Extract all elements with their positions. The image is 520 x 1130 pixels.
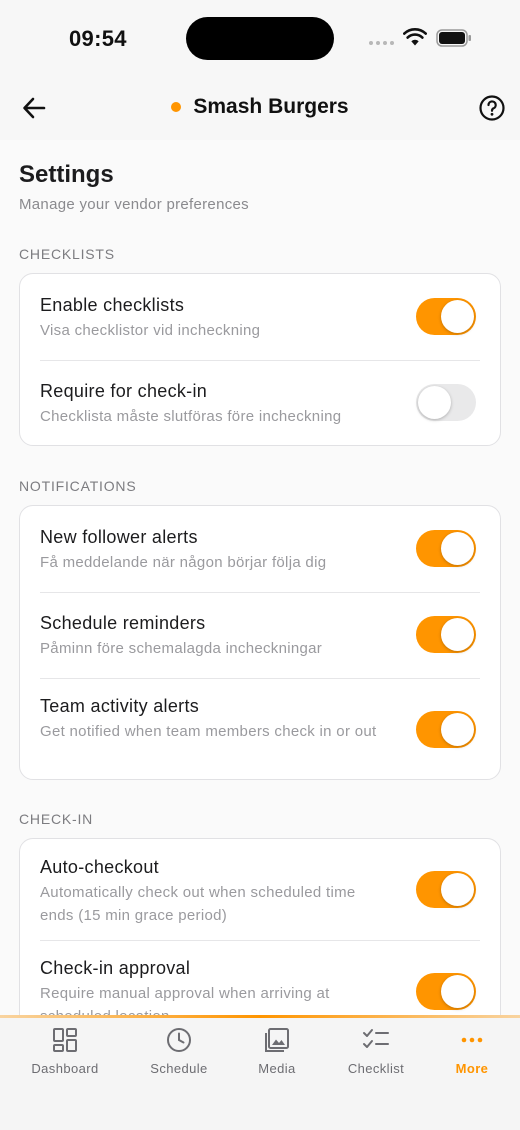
- require-for-check-in-toggle[interactable]: [416, 384, 476, 421]
- toggle-knob: [441, 975, 474, 1008]
- vendor-title: Smash Burgers: [0, 95, 520, 119]
- tab-label: Media: [258, 1061, 296, 1076]
- row-subtitle: Visa checklistor vid incheckning: [40, 322, 261, 339]
- tab-dashboard[interactable]: Dashboard: [13, 1027, 117, 1076]
- section-label-checklists: CHECKLISTS: [19, 246, 115, 262]
- image-icon: [265, 1028, 289, 1052]
- row-subtitle: Automatically check out when scheduled t…: [40, 884, 356, 924]
- setting-row-require-for-check-in: Require for check-in Checklista måste sl…: [20, 361, 500, 447]
- setting-row-enable-checklists: Enable checklists Visa checklistor vid i…: [20, 274, 500, 360]
- tab-label: Dashboard: [31, 1061, 99, 1076]
- row-title: Auto-checkout: [40, 857, 159, 877]
- enable-checklists-toggle[interactable]: [416, 298, 476, 335]
- toggle-knob: [441, 532, 474, 565]
- setting-row-check-in-approval: Check-in approval Require manual approva…: [20, 941, 500, 1015]
- help-icon[interactable]: [478, 94, 506, 122]
- row-subtitle: Get notified when team members check in …: [40, 723, 377, 740]
- tab-label: Schedule: [150, 1061, 208, 1076]
- dashboard-icon: [53, 1028, 77, 1052]
- setting-row-new-follower-alerts: New follower alerts Få meddelande när nå…: [20, 506, 500, 592]
- setting-row-auto-checkout: Auto-checkout Automatically check out wh…: [20, 839, 500, 940]
- check-in-card: Auto-checkout Automatically check out wh…: [19, 838, 501, 1015]
- battery-icon: [436, 29, 471, 47]
- toggle-knob: [441, 300, 474, 333]
- auto-checkout-toggle[interactable]: [416, 871, 476, 908]
- checklists-card: Enable checklists Visa checklistor vid i…: [19, 273, 501, 446]
- tab-more[interactable]: More: [420, 1027, 520, 1076]
- row-title: Team activity alerts: [40, 696, 200, 716]
- toggle-knob: [441, 873, 474, 906]
- row-subtitle: Checklista måste slutföras före incheckn…: [40, 408, 342, 425]
- dynamic-island: [186, 17, 334, 60]
- signal-icon: [369, 41, 394, 45]
- row-subtitle: Påminn före schemalagda incheckningar: [40, 640, 323, 657]
- nav-title: Smash Burgers: [193, 95, 349, 118]
- schedule-reminders-toggle[interactable]: [416, 616, 476, 653]
- tab-schedule[interactable]: Schedule: [127, 1027, 231, 1076]
- tab-label: More: [455, 1061, 489, 1076]
- row-subtitle: Få meddelande när någon börjar följa dig: [40, 554, 327, 571]
- setting-row-team-activity-alerts: Team activity alerts Get notified when t…: [20, 679, 500, 781]
- notifications-card: New follower alerts Få meddelande när nå…: [19, 505, 501, 780]
- new-follower-alerts-toggle[interactable]: [416, 530, 476, 567]
- team-activity-alerts-toggle[interactable]: [416, 711, 476, 748]
- toggle-knob: [418, 386, 451, 419]
- page-title: Settings: [19, 161, 114, 188]
- tab-bar-accent-line: [0, 1015, 520, 1018]
- status-bar: 09:54: [0, 0, 520, 76]
- tab-media[interactable]: Media: [225, 1027, 329, 1076]
- tab-label: Checklist: [347, 1061, 405, 1076]
- toggle-knob: [441, 713, 474, 746]
- settings-content[interactable]: Settings Manage your vendor preferences …: [0, 140, 520, 1015]
- row-title: Enable checklists: [40, 295, 185, 315]
- tab-bar: Dashboard Schedule Media Checklist More: [0, 1015, 520, 1130]
- status-time: 09:54: [69, 26, 127, 51]
- wifi-icon: [403, 28, 427, 46]
- section-label-notifications: NOTIFICATIONS: [19, 478, 137, 494]
- row-title: Require for check-in: [40, 381, 208, 401]
- checklist-icon: [363, 1029, 389, 1048]
- row-title: Schedule reminders: [40, 613, 206, 633]
- more-icon: [461, 1037, 483, 1043]
- row-subtitle: Require manual approval when arriving at…: [40, 985, 330, 1015]
- row-title: New follower alerts: [40, 527, 198, 547]
- section-label-check-in: CHECK-IN: [19, 811, 94, 827]
- check-in-approval-toggle[interactable]: [416, 973, 476, 1010]
- status-dot: [171, 102, 182, 112]
- clock-icon: [167, 1028, 191, 1052]
- setting-row-schedule-reminders: Schedule reminders Påminn före schemalag…: [20, 593, 500, 678]
- toggle-knob: [441, 618, 474, 651]
- page-subtitle: Manage your vendor preferences: [19, 196, 249, 213]
- tab-checklist[interactable]: Checklist: [324, 1027, 428, 1076]
- row-title: Check-in approval: [40, 958, 191, 978]
- navigation-bar: Smash Burgers: [0, 76, 520, 140]
